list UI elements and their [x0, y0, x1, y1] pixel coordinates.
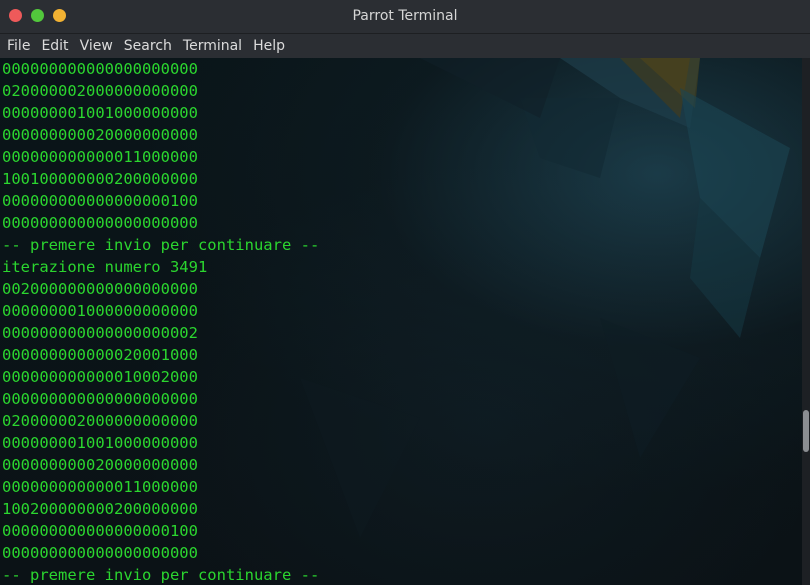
window-title: Parrot Terminal — [352, 8, 458, 24]
terminal-line: 000000000000000000000 — [2, 214, 198, 232]
menu-bar: File Edit View Search Terminal Help — [0, 34, 810, 58]
title-bar: Parrot Terminal — [0, 0, 810, 34]
terminal-line: 000000000000020001000 — [2, 346, 198, 364]
terminal-line: 000000001001000000000 — [2, 104, 198, 122]
terminal-line: 000000000000000000000 — [2, 544, 198, 562]
terminal-line: -- premere invio per continuare -- — [2, 236, 320, 254]
terminal-line: 020000002000000000000 — [2, 412, 198, 430]
terminal-line: 000000000000000000000 — [2, 390, 198, 408]
terminal-line: 000000000000011000000 — [2, 148, 198, 166]
terminal-line: 000000000000000000100 — [2, 192, 198, 210]
terminal-line: -- premere invio per continuare -- — [2, 566, 320, 584]
terminal-line: 000000001000000000000 — [2, 302, 198, 320]
vertical-scrollbar[interactable] — [802, 58, 810, 585]
menu-search[interactable]: Search — [124, 38, 172, 54]
scrollbar-thumb[interactable] — [803, 410, 809, 452]
menu-file[interactable]: File — [7, 38, 30, 54]
terminal-line: 000000000000000000100 — [2, 522, 198, 540]
terminal-line: iterazione numero 3491 — [2, 258, 208, 276]
terminal-line: 020000002000000000000 — [2, 82, 198, 100]
terminal-line: 000000000000000000002 — [2, 324, 198, 342]
terminal-line: 000000000000000000000 — [2, 60, 198, 78]
terminal-line: 002000000000000000000 — [2, 280, 198, 298]
menu-view[interactable]: View — [80, 38, 113, 54]
menu-edit[interactable]: Edit — [41, 38, 68, 54]
terminal-line: 100200000000200000000 — [2, 500, 198, 518]
terminal-output[interactable]: 000000000000000000000 0200000020000000000… — [0, 58, 802, 585]
terminal-line: 000000000000010002000 — [2, 368, 198, 386]
terminal-line: 000000001001000000000 — [2, 434, 198, 452]
terminal-line: 000000000020000000000 — [2, 456, 198, 474]
menu-terminal[interactable]: Terminal — [183, 38, 242, 54]
terminal-line: 100100000000200000000 — [2, 170, 198, 188]
menu-help[interactable]: Help — [253, 38, 285, 54]
terminal-lines: 000000000000000000000 0200000020000000000… — [2, 58, 319, 585]
terminal-line: 000000000020000000000 — [2, 126, 198, 144]
terminal-line: 000000000000011000000 — [2, 478, 198, 496]
